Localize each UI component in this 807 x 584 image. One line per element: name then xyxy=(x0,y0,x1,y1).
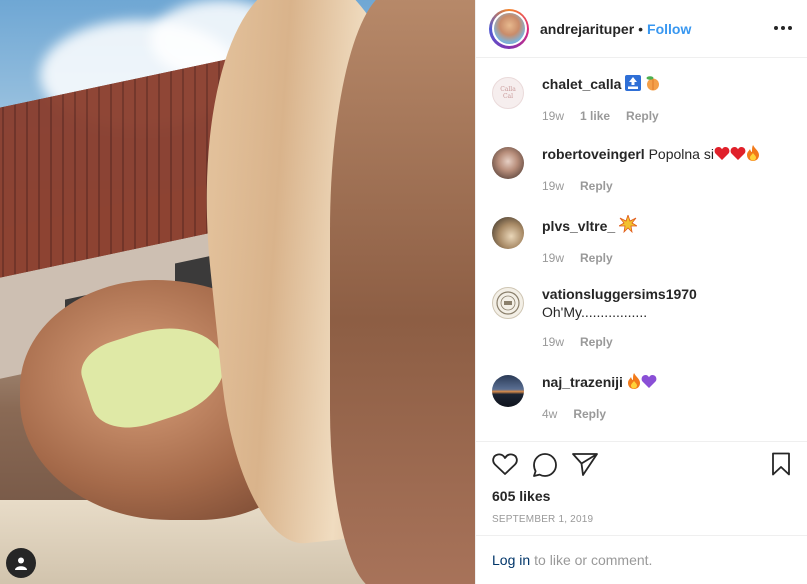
comment-age: 4w xyxy=(542,407,558,421)
comment-item: naj_trazeniji 4w Reply xyxy=(492,373,791,423)
user-tag-icon[interactable] xyxy=(6,548,36,578)
red-heart-emoji xyxy=(714,146,730,165)
login-prompt: Log in to like or comment. xyxy=(476,535,807,584)
comment-username[interactable]: plvs_vltre_ xyxy=(542,218,615,234)
red-heart-emoji xyxy=(730,146,746,165)
comment-avatar[interactable] xyxy=(492,217,524,249)
reply-button[interactable]: Reply xyxy=(580,249,613,267)
comment-username[interactable]: naj_trazeniji xyxy=(542,374,623,390)
avatar-logo-text: Calla Cal xyxy=(500,86,516,100)
comment-likes[interactable]: 1 like xyxy=(580,107,610,125)
comment-avatar[interactable]: Calla Cal xyxy=(492,77,524,109)
fire-emoji xyxy=(627,373,641,393)
separator-dot: • xyxy=(638,20,644,37)
post-actions: 605 likes September 1, 2019 xyxy=(476,441,807,535)
comment-age: 19w xyxy=(542,179,565,193)
comment-avatar[interactable] xyxy=(492,287,524,319)
comment-item: plvs_vltre_ 19w Reply xyxy=(492,213,791,267)
shoulder xyxy=(330,0,475,584)
reply-button[interactable]: Reply xyxy=(626,107,659,125)
reply-button[interactable]: Reply xyxy=(573,405,606,423)
fire-emoji xyxy=(746,145,760,165)
comment-username[interactable]: chalet_calla xyxy=(542,76,621,92)
comment-item: vationsluggersims1970 Oh'My.............… xyxy=(492,285,791,351)
share-icon[interactable] xyxy=(572,452,598,476)
reply-button[interactable]: Reply xyxy=(580,333,613,351)
comment-username[interactable]: vationsluggersims1970 xyxy=(542,286,697,302)
post-date[interactable]: September 1, 2019 xyxy=(492,514,593,525)
comment-avatar[interactable] xyxy=(492,375,524,407)
comment-age: 19w xyxy=(542,335,565,349)
peach-emoji xyxy=(645,75,661,95)
more-options-icon[interactable] xyxy=(771,18,795,38)
comments-list[interactable]: Calla Cal chalet_calla 19w 1 like Reply xyxy=(476,59,807,441)
post-username[interactable]: andrejarituper xyxy=(540,21,634,37)
profile-avatar[interactable] xyxy=(489,8,529,49)
likes-count[interactable]: 605 likes xyxy=(492,488,550,504)
comment-age: 19w xyxy=(542,251,565,265)
comment-item: robertoveingerl Popolna si 19w Reply xyxy=(492,145,791,195)
purple-heart-emoji xyxy=(641,374,657,393)
comment-age: 19w xyxy=(542,109,565,123)
login-link[interactable]: Log in xyxy=(492,552,530,568)
comment-text: Popolna si xyxy=(648,146,714,162)
post-photo[interactable] xyxy=(0,0,475,584)
top-arrow-emoji xyxy=(625,75,642,95)
reply-button[interactable]: Reply xyxy=(580,177,613,195)
badge-logo-icon xyxy=(496,291,520,315)
comment-icon[interactable] xyxy=(532,452,558,478)
comment-username[interactable]: robertoveingerl xyxy=(542,146,645,162)
heart-icon[interactable] xyxy=(492,452,518,476)
follow-button[interactable]: Follow xyxy=(647,21,691,37)
bookmark-icon[interactable] xyxy=(771,452,791,476)
post-header: andrejarituper • Follow xyxy=(476,0,807,58)
comment-text: Oh'My................. xyxy=(542,304,648,320)
login-rest-text: to like or comment. xyxy=(534,552,653,568)
comment-item: Calla Cal chalet_calla 19w 1 like Reply xyxy=(492,75,791,125)
post-side-panel: andrejarituper • Follow Calla Cal chalet… xyxy=(475,0,807,584)
comment-avatar[interactable] xyxy=(492,147,524,179)
collision-emoji xyxy=(617,213,639,237)
